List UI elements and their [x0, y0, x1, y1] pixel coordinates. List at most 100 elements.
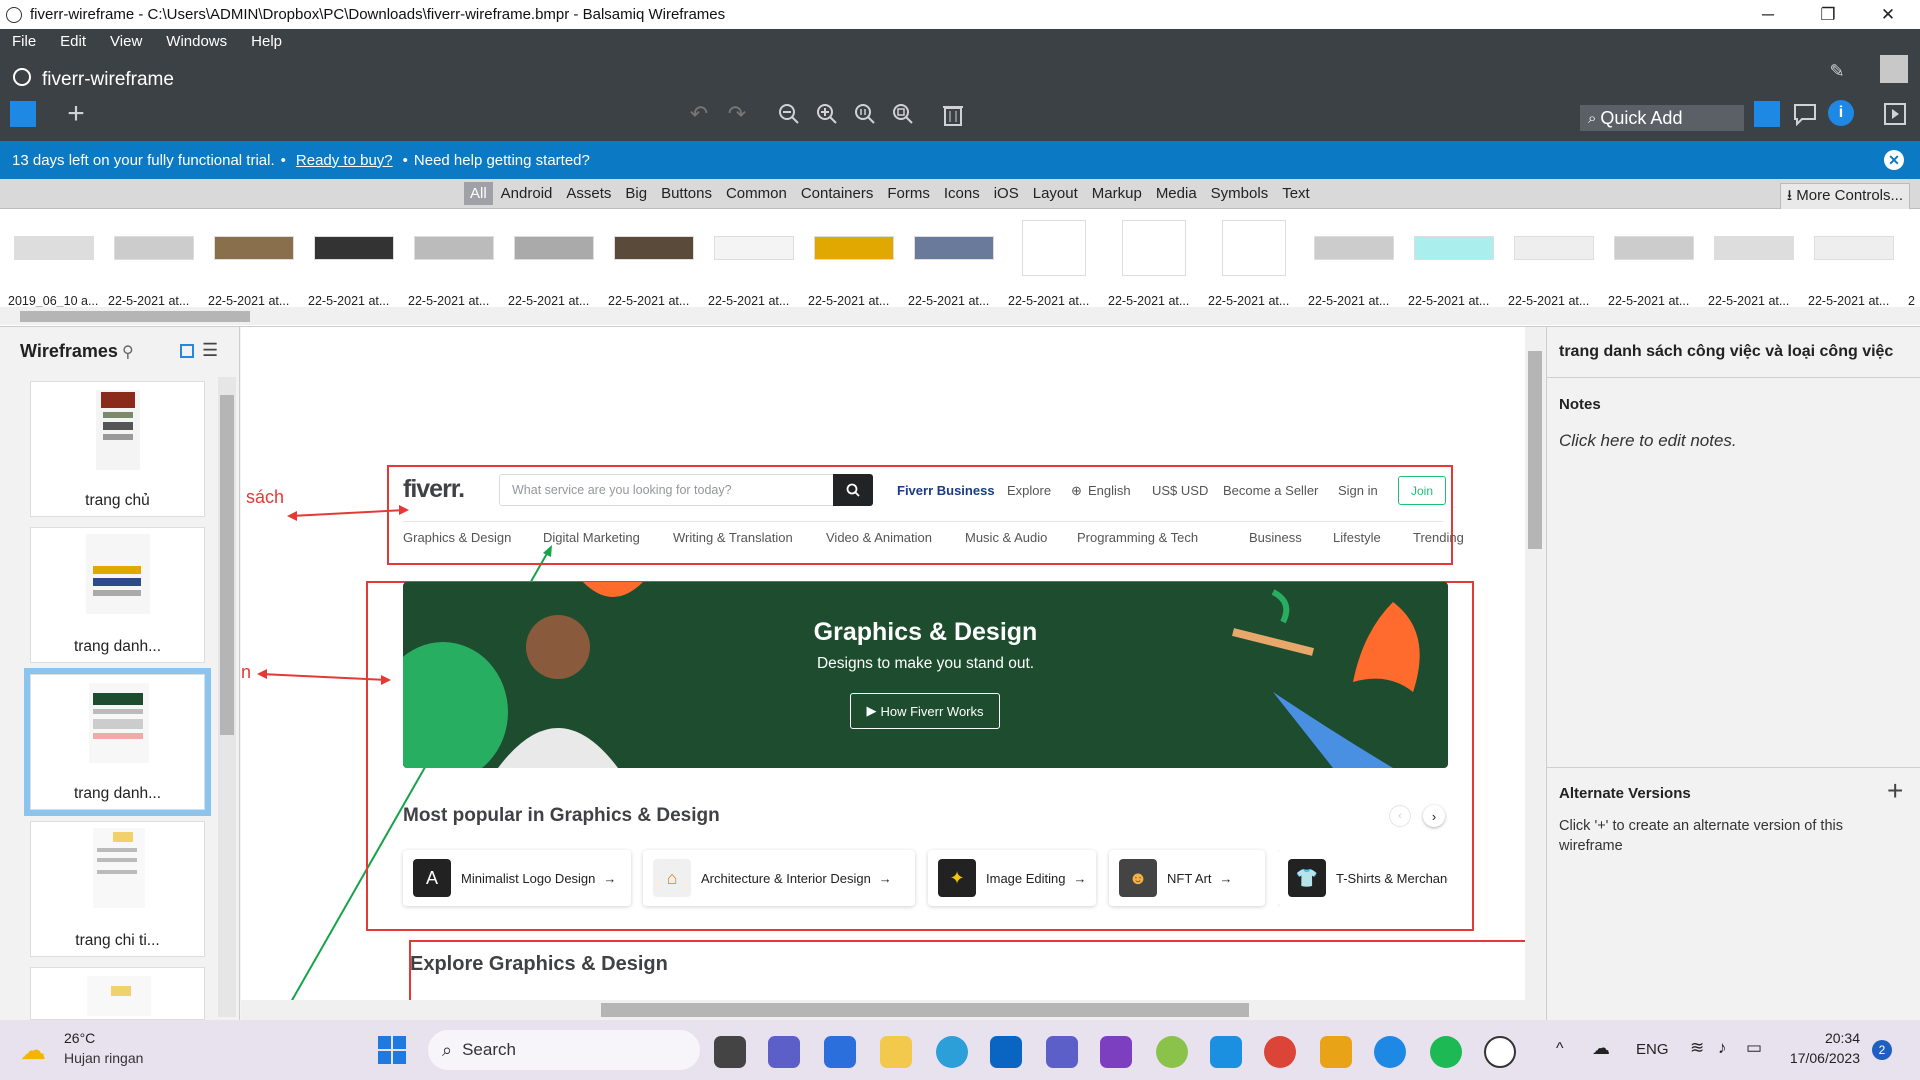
quick-add-input[interactable]: ⌕ Quick Add [1580, 105, 1744, 131]
windows-start-icon[interactable] [378, 1036, 406, 1064]
app-icon[interactable] [1320, 1036, 1352, 1068]
taskbar-search[interactable]: ⌕ Search [428, 1030, 700, 1070]
wireframes-panel-icon[interactable] [10, 101, 36, 127]
strip-scroll-thumb[interactable] [20, 311, 250, 322]
add-wireframe-icon[interactable]: + [61, 97, 91, 130]
asset-thumbnail[interactable]: 22-5-2021 at... [1008, 219, 1098, 308]
menu-edit[interactable]: Edit [48, 33, 98, 50]
asset-thumbnail[interactable]: 22-5-2021 at... [808, 219, 898, 308]
category-nav-item[interactable]: Programming & Tech [1077, 530, 1198, 545]
lib-tab-markup[interactable]: Markup [1086, 182, 1148, 205]
asset-thumbnail[interactable]: 22-5-2021 at... [1108, 219, 1198, 308]
lib-tab-big[interactable]: Big [619, 182, 653, 205]
lib-tab-symbols[interactable]: Symbols [1205, 182, 1275, 205]
minimize-button[interactable]: ─ [1740, 0, 1796, 29]
canvas-vscroll-thumb[interactable] [1528, 351, 1542, 549]
asset-thumbnail[interactable]: 22-5-2021 at... [408, 219, 498, 308]
battery-icon[interactable]: ▭ [1746, 1038, 1762, 1058]
carousel-prev-button[interactable]: ‹ [1389, 805, 1411, 827]
trash-icon[interactable] [938, 99, 968, 129]
close-button[interactable]: ✕ [1860, 0, 1916, 29]
category-card[interactable]: ⌂ Architecture & Interior Design → [643, 850, 915, 906]
lib-tab-buttons[interactable]: Buttons [655, 182, 718, 205]
list-view-icon[interactable]: ☰ [202, 340, 218, 361]
notification-badge[interactable]: 2 [1872, 1040, 1892, 1060]
onedrive-icon[interactable] [1374, 1036, 1406, 1068]
maximize-button[interactable]: ❐ [1800, 0, 1856, 29]
outlook-icon[interactable] [990, 1036, 1022, 1068]
category-nav-item[interactable]: Lifestyle [1333, 530, 1381, 545]
lib-tab-media[interactable]: Media [1150, 182, 1203, 205]
weather-desc[interactable]: Hujan ringan [64, 1050, 143, 1066]
nav-fiverr-business[interactable]: Fiverr Business [897, 483, 995, 498]
category-card[interactable]: 👕 T-Shirts & Merchandi [1278, 850, 1448, 906]
chrome-icon[interactable] [1264, 1036, 1296, 1068]
lib-tab-icons[interactable]: Icons [938, 182, 986, 205]
wifi-icon[interactable]: ≋ [1690, 1038, 1704, 1058]
file-explorer-icon[interactable] [880, 1036, 912, 1068]
asset-thumbnail[interactable]: 22-5-2021 at... [308, 219, 398, 308]
cloud-icon[interactable]: ☁ [1592, 1038, 1610, 1059]
branch-icon[interactable]: ⚲ [122, 342, 134, 362]
user-avatar-icon[interactable] [1880, 55, 1908, 83]
undo-icon[interactable]: ↶ [684, 99, 714, 129]
close-banner-icon[interactable]: ✕ [1884, 150, 1904, 170]
asset-thumbnail[interactable]: 22-5-2021 at... [608, 219, 698, 308]
balsamiq-taskbar-icon[interactable] [1484, 1036, 1516, 1068]
menu-file[interactable]: File [0, 33, 48, 50]
language-indicator[interactable]: ENG [1636, 1041, 1669, 1058]
nav-currency[interactable]: US$ USD [1152, 483, 1208, 498]
visual-studio-icon[interactable] [1100, 1036, 1132, 1068]
category-nav-item[interactable]: Business [1249, 530, 1302, 545]
asset-thumbnail[interactable]: 22-5-2021 at... [708, 219, 798, 308]
join-button[interactable]: Join [1398, 476, 1446, 505]
menu-view[interactable]: View [98, 33, 154, 50]
pencil-icon[interactable]: ✎ [1822, 56, 1852, 86]
presentation-icon[interactable] [1880, 99, 1910, 129]
category-card[interactable]: A Minimalist Logo Design → [403, 850, 631, 906]
teams-icon[interactable] [1046, 1036, 1078, 1068]
volume-icon[interactable]: ♪ [1718, 1038, 1727, 1058]
vscode-icon[interactable] [1210, 1036, 1242, 1068]
info-icon[interactable]: i [1828, 100, 1854, 126]
asset-thumbnail[interactable]: 22-5-2021 at... [1808, 219, 1898, 308]
lib-tab-containers[interactable]: Containers [795, 182, 880, 205]
wireframe-name[interactable]: trang danh sách công việc và loại công v… [1559, 343, 1919, 361]
category-nav-item[interactable]: Digital Marketing [543, 530, 640, 545]
lib-tab-all[interactable]: All [464, 182, 493, 205]
nav-explore[interactable]: Explore [1007, 483, 1051, 498]
lib-tab-android[interactable]: Android [495, 182, 559, 205]
asset-thumbnail[interactable]: 22-5-2021 at... [1408, 219, 1498, 308]
wireframe-card[interactable] [30, 967, 205, 1020]
help-link[interactable]: Need help getting started? [414, 152, 590, 169]
lib-tab-assets[interactable]: Assets [560, 182, 617, 205]
asset-thumbnail[interactable]: 22-5-2021 at... [908, 219, 998, 308]
zoom-fit-icon[interactable] [888, 99, 918, 129]
weather-temp[interactable]: 26°C [64, 1030, 95, 1046]
zoom-in-icon[interactable] [812, 99, 842, 129]
fiverr-search-input[interactable]: What service are you looking for today? [499, 474, 863, 506]
category-nav-item[interactable]: Trending [1413, 530, 1464, 545]
asset-thumbnail[interactable]: 22-5-2021 at... [508, 219, 598, 308]
lib-tab-forms[interactable]: Forms [881, 182, 936, 205]
lib-tab-text[interactable]: Text [1276, 182, 1316, 205]
balsamiq-app-icon[interactable] [1156, 1036, 1188, 1068]
canvas-horizontal-scrollbar[interactable] [241, 1000, 1525, 1020]
notes-editor[interactable]: Click here to edit notes. [1559, 431, 1737, 451]
thumbnail-view-icon[interactable] [180, 344, 194, 358]
category-nav-item[interactable]: Writing & Translation [673, 530, 793, 545]
asset-thumbnail[interactable]: 22-5-2021 at... [208, 219, 298, 308]
comments-icon[interactable] [1790, 99, 1820, 129]
zoom-actual-size-icon[interactable] [850, 99, 880, 129]
strip-scrollbar[interactable] [0, 307, 1920, 325]
how-fiverr-works-button[interactable]: ▶ How Fiverr Works [850, 693, 1000, 729]
asset-thumbnail[interactable]: 22-5-2021 at... [1308, 219, 1398, 308]
clock-time[interactable]: 20:34 [1790, 1030, 1860, 1046]
asset-thumbnail[interactable]: 22-5-2021 at... [108, 219, 198, 308]
redo-icon[interactable]: ↷ [722, 99, 752, 129]
lib-tab-common[interactable]: Common [720, 182, 793, 205]
category-card[interactable]: ☻ NFT Art → [1109, 850, 1265, 906]
ready-to-buy-link[interactable]: Ready to buy? [296, 152, 393, 169]
nav-sign-in[interactable]: Sign in [1338, 483, 1378, 498]
app-icon[interactable] [714, 1036, 746, 1068]
